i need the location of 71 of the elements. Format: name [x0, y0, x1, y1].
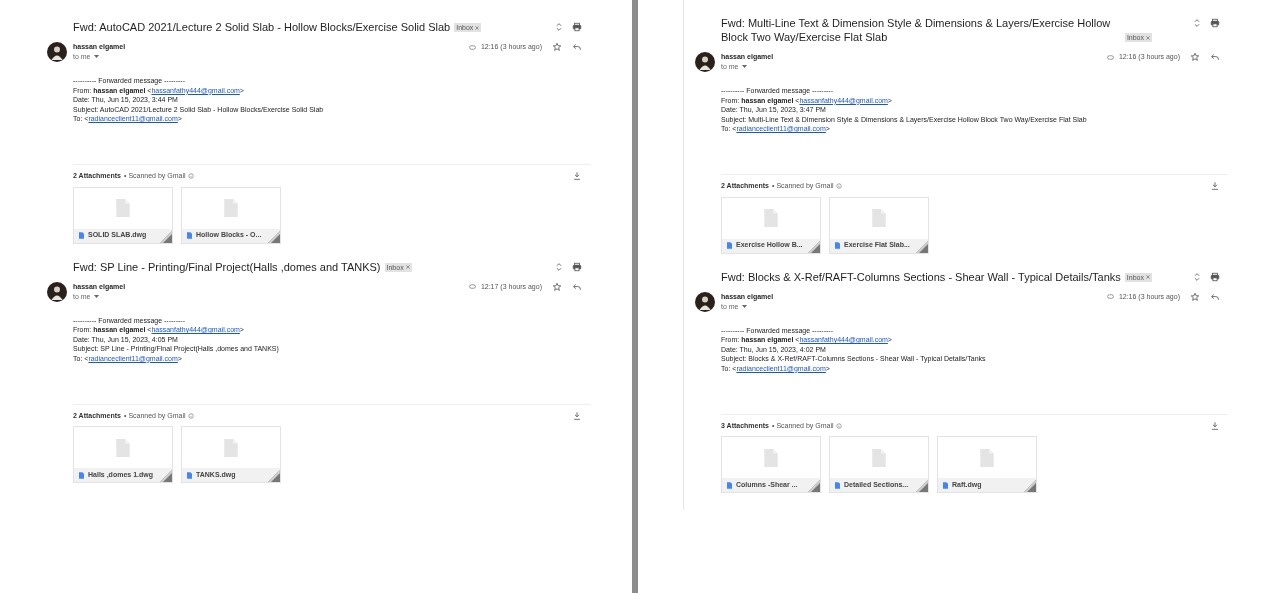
reply-icon[interactable] [1210, 291, 1220, 302]
info-icon[interactable] [187, 173, 194, 180]
info-icon[interactable] [187, 412, 194, 419]
page-corner-icon [916, 240, 928, 253]
caret-icon [93, 55, 99, 58]
caret-icon [741, 65, 747, 68]
avatar [695, 291, 715, 312]
download-icon[interactable] [1210, 181, 1220, 192]
star-icon[interactable] [1190, 52, 1200, 63]
file-icon [764, 448, 778, 467]
reply-icon[interactable] [572, 281, 582, 292]
expand-icon[interactable] [554, 261, 564, 272]
document-icon [727, 242, 732, 249]
avatar [47, 42, 67, 62]
expand-icon[interactable] [1192, 271, 1202, 282]
label-icon[interactable] [467, 283, 477, 291]
document-icon [835, 481, 840, 489]
document-icon [943, 481, 948, 489]
page-corner-icon [268, 230, 280, 243]
document-icon [727, 481, 732, 489]
avatar [695, 52, 715, 72]
close-icon[interactable] [405, 265, 410, 269]
page-corner-icon [808, 240, 820, 253]
label-icon[interactable] [1105, 293, 1115, 301]
email-subject: Fwd: Multi-Line Text & Dimension Style & Dimensions & Layers/Exercise Hollow Block Two Way/Exercise Flat Slab [721, 16, 1112, 44]
print-icon[interactable] [572, 261, 582, 272]
file-icon [116, 438, 130, 457]
document-icon [187, 471, 192, 479]
page-corner-icon [808, 480, 820, 492]
star-icon[interactable] [552, 42, 562, 53]
info-icon[interactable] [835, 183, 842, 190]
document-icon [187, 232, 192, 239]
page-corner-icon [916, 480, 928, 492]
close-icon[interactable] [1146, 35, 1150, 40]
label-icon[interactable] [467, 43, 477, 51]
page-corner-icon [268, 470, 280, 482]
file-icon [980, 448, 994, 467]
download-icon[interactable] [572, 171, 582, 182]
print-icon[interactable] [1210, 18, 1220, 28]
expand-icon[interactable] [554, 22, 564, 32]
download-icon[interactable] [1210, 420, 1220, 431]
file-icon [224, 438, 238, 457]
file-icon [872, 448, 886, 467]
download-icon[interactable] [572, 410, 582, 421]
email-subject: Fwd: SP Line - Printing/Final Project(Halls ,domes and TANKS) [73, 259, 381, 274]
close-icon[interactable] [475, 25, 480, 30]
document-icon [79, 471, 84, 479]
file-icon [116, 199, 130, 217]
email-subject: Fwd: AutoCAD 2021/Lecture 2 Solid Slab - Hollow Blocks/Exercise Solid Slab [73, 20, 451, 34]
reply-icon[interactable] [572, 42, 582, 53]
page-corner-icon [160, 230, 172, 243]
star-icon[interactable] [552, 281, 562, 292]
file-icon [224, 199, 238, 217]
close-icon[interactable] [1145, 275, 1150, 279]
expand-icon[interactable] [1192, 18, 1202, 28]
document-icon [79, 232, 84, 239]
file-icon [872, 209, 886, 227]
info-icon[interactable] [835, 422, 842, 429]
star-icon[interactable] [1190, 291, 1200, 302]
caret-icon [741, 304, 747, 308]
label-icon[interactable] [1105, 53, 1115, 61]
file-icon [764, 209, 778, 227]
print-icon[interactable] [572, 22, 582, 32]
email-subject: Fwd: Blocks & X-Ref/RAFT-Columns Sections - Shear Wall - Typical Details/Tanks [721, 269, 1121, 284]
document-icon [835, 242, 840, 249]
reply-icon[interactable] [1210, 52, 1220, 63]
caret-icon [93, 294, 99, 298]
page-corner-icon [160, 470, 172, 482]
print-icon[interactable] [1210, 271, 1220, 282]
page-corner-icon [1024, 480, 1036, 492]
avatar [47, 281, 67, 302]
